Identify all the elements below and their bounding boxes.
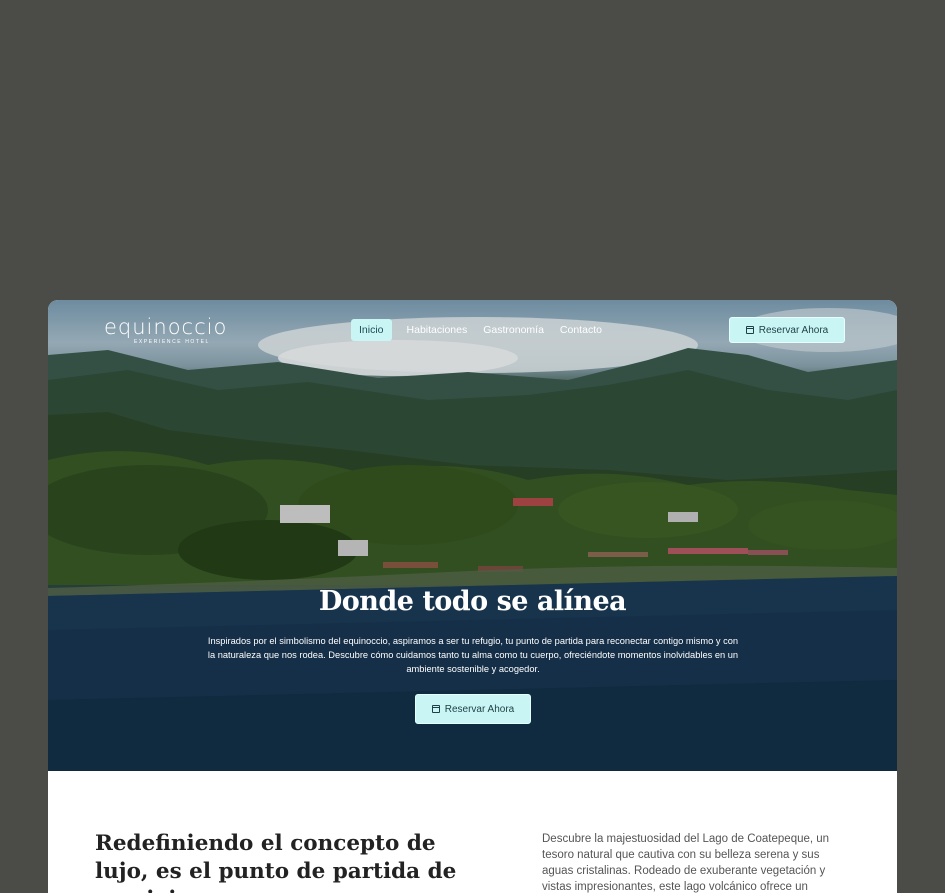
browser-frame: equinoccio EXPERIENCE HOTEL Inicio Habit…: [48, 300, 897, 893]
hero-description: Inspirados por el simbolismo del equinoc…: [207, 636, 739, 674]
logo-subtitle: EXPERIENCE HOTEL: [134, 339, 210, 345]
logo-wordmark: equinoccio: [104, 315, 228, 339]
intro-section: Redefiniendo el concepto de lujo, es el …: [48, 771, 897, 893]
intro-title: Redefiniendo el concepto de lujo, es el …: [95, 831, 457, 893]
calendar-icon: [431, 705, 440, 713]
hero-section: equinoccio EXPERIENCE HOTEL Inicio Habit…: [48, 300, 897, 771]
main-nav: Inicio Habitaciones Gastronomía Contacto: [351, 319, 610, 341]
calendar-icon: [745, 326, 754, 334]
reserve-button-header[interactable]: Reservar Ahora: [729, 317, 845, 343]
nav-item-gastronomia[interactable]: Gastronomía: [475, 319, 552, 341]
nav-item-contacto[interactable]: Contacto: [552, 319, 610, 341]
reserve-button-label: Reservar Ahora: [758, 324, 829, 336]
reserve-button-label: Reservar Ahora: [444, 703, 515, 715]
nav-item-habitaciones[interactable]: Habitaciones: [399, 319, 476, 341]
reserve-button-hero[interactable]: Reservar Ahora: [415, 694, 531, 724]
nav-item-inicio[interactable]: Inicio: [351, 319, 392, 341]
intro-text: Descubre la majestuosidad del Lago de Co…: [542, 833, 830, 893]
logo[interactable]: equinoccio EXPERIENCE HOTEL: [104, 316, 227, 345]
hero-title: Donde todo se alínea: [318, 586, 627, 617]
